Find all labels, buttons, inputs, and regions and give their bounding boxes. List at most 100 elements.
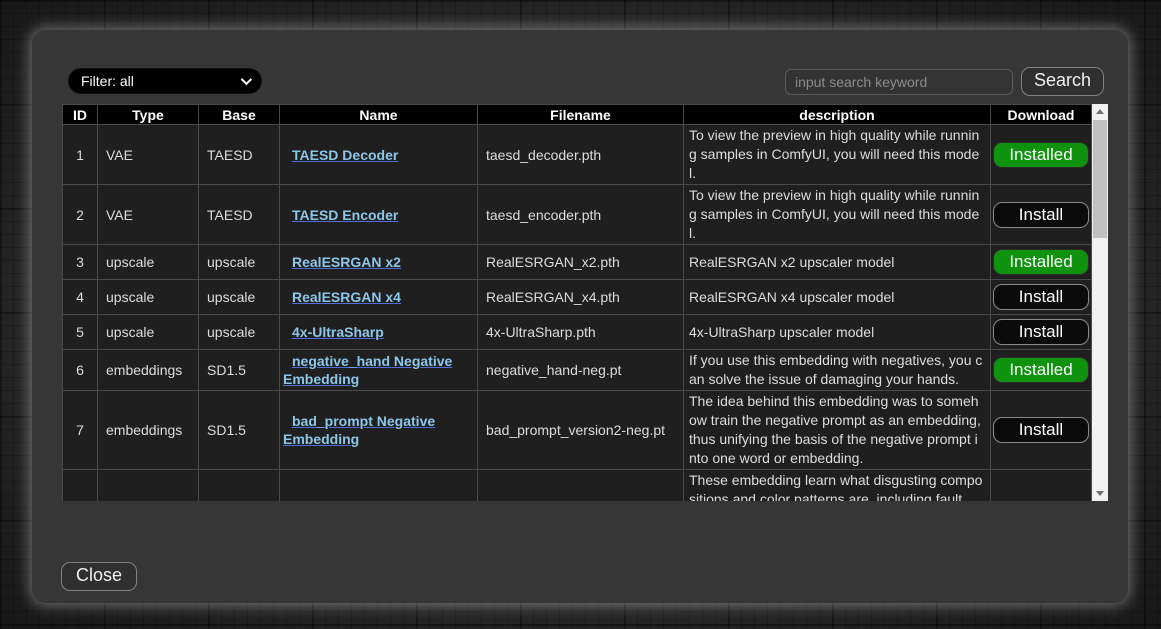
cell-description: RealESRGAN x2 upscaler model <box>684 245 991 280</box>
cell-id: 1 <box>63 125 98 185</box>
cell-name: RealESRGAN x4 <box>280 280 478 315</box>
cell-description: To view the preview in high quality whil… <box>684 185 991 245</box>
model-name-link[interactable]: bad_prompt Negative Embedding <box>283 413 435 447</box>
cell-filename: taesd_encoder.pth <box>478 185 684 245</box>
cell-name: RealESRGAN x2 <box>280 245 478 280</box>
install-models-dialog: Filter: all Search ID Type Base Name Fil… <box>32 30 1128 603</box>
cell-filename: RealESRGAN_x2.pth <box>478 245 684 280</box>
scroll-up-icon <box>1096 109 1104 114</box>
cell-filename: 4x-UltraSharp.pth <box>478 315 684 350</box>
table-row: 6 embeddings SD1.5 negative_hand Negativ… <box>63 350 1092 391</box>
search-button[interactable]: Search <box>1021 67 1104 96</box>
search-group: Search <box>785 67 1104 96</box>
cell-download: Install <box>991 391 1092 470</box>
cell-filename: taesd_decoder.pth <box>478 125 684 185</box>
install-button[interactable]: Install <box>993 417 1089 443</box>
cell-description: These embedding learn what disgusting co… <box>684 470 991 502</box>
model-name-link[interactable]: negative_hand Negative Embedding <box>283 353 452 387</box>
cell-filename: negative_hand-neg.pt <box>478 350 684 391</box>
filter-select[interactable]: Filter: all <box>68 68 262 94</box>
scrollbar-down-button[interactable] <box>1092 486 1108 501</box>
col-header-description: description <box>684 105 991 125</box>
cell-name <box>280 470 478 502</box>
cell-id: 3 <box>63 245 98 280</box>
col-header-type: Type <box>98 105 199 125</box>
scroll-down-icon <box>1096 491 1104 496</box>
scrollbar-up-button[interactable] <box>1092 104 1108 119</box>
chevron-down-icon <box>241 74 252 85</box>
install-button[interactable]: Installed <box>993 249 1089 275</box>
filter-select-label: Filter: all <box>81 73 134 89</box>
cell-download: Installed <box>991 245 1092 280</box>
cell-type: embeddings <box>98 350 199 391</box>
cell-download: Install <box>991 280 1092 315</box>
models-table-container: ID Type Base Name Filename description D… <box>62 104 1108 501</box>
col-header-name: Name <box>280 105 478 125</box>
model-name-link[interactable]: RealESRGAN x4 <box>292 289 401 305</box>
cell-type: upscale <box>98 245 199 280</box>
model-name-link[interactable]: 4x-UltraSharp <box>292 324 384 340</box>
cell-type: VAE <box>98 185 199 245</box>
install-button[interactable]: Install <box>993 284 1089 310</box>
cell-filename <box>478 470 684 502</box>
model-name-link[interactable]: TAESD Decoder <box>292 147 398 163</box>
cell-id: 6 <box>63 350 98 391</box>
col-header-id: ID <box>63 105 98 125</box>
cell-download: Install <box>991 185 1092 245</box>
table-scrollbar[interactable] <box>1092 104 1108 501</box>
col-header-filename: Filename <box>478 105 684 125</box>
cell-type <box>98 470 199 502</box>
cell-type: upscale <box>98 280 199 315</box>
cell-name: TAESD Decoder <box>280 125 478 185</box>
cell-description: The idea behind this embedding was to so… <box>684 391 991 470</box>
cell-id: 2 <box>63 185 98 245</box>
cell-id: 7 <box>63 391 98 470</box>
install-button[interactable]: Installed <box>993 142 1089 168</box>
install-button[interactable]: Install <box>993 319 1089 345</box>
cell-id: 5 <box>63 315 98 350</box>
model-name-link[interactable]: TAESD Encoder <box>292 207 398 223</box>
cell-filename: bad_prompt_version2-neg.pt <box>478 391 684 470</box>
cell-base: SD1.5 <box>199 391 280 470</box>
model-name-link[interactable]: RealESRGAN x2 <box>292 254 401 270</box>
cell-name: negative_hand Negative Embedding <box>280 350 478 391</box>
cell-type: embeddings <box>98 391 199 470</box>
col-header-base: Base <box>199 105 280 125</box>
cell-base: TAESD <box>199 125 280 185</box>
table-row: 3 upscale upscale RealESRGAN x2 RealESRG… <box>63 245 1092 280</box>
cell-base: upscale <box>199 315 280 350</box>
cell-type: upscale <box>98 315 199 350</box>
table-row: 2 VAE TAESD TAESD Encoder taesd_encoder.… <box>63 185 1092 245</box>
cell-base <box>199 470 280 502</box>
install-button[interactable]: Install <box>993 202 1089 228</box>
cell-name: bad_prompt Negative Embedding <box>280 391 478 470</box>
cell-download <box>991 470 1092 502</box>
cell-base: TAESD <box>199 185 280 245</box>
cell-base: upscale <box>199 280 280 315</box>
cell-description: If you use this embedding with negatives… <box>684 350 991 391</box>
col-header-download: Download <box>991 105 1092 125</box>
search-input[interactable] <box>785 69 1013 95</box>
table-row: 1 VAE TAESD TAESD Decoder taesd_decoder.… <box>63 125 1092 185</box>
cell-description: 4x-UltraSharp upscaler model <box>684 315 991 350</box>
cell-name: TAESD Encoder <box>280 185 478 245</box>
cell-download: Install <box>991 315 1092 350</box>
table-row: 5 upscale upscale 4x-UltraSharp 4x-Ultra… <box>63 315 1092 350</box>
cell-type: VAE <box>98 125 199 185</box>
install-button[interactable]: Installed <box>993 357 1089 383</box>
cell-base: upscale <box>199 245 280 280</box>
cell-filename: RealESRGAN_x4.pth <box>478 280 684 315</box>
cell-id <box>63 470 98 502</box>
cell-download: Installed <box>991 125 1092 185</box>
cell-name: 4x-UltraSharp <box>280 315 478 350</box>
cell-base: SD1.5 <box>199 350 280 391</box>
table-header-row: ID Type Base Name Filename description D… <box>63 105 1092 125</box>
cell-id: 4 <box>63 280 98 315</box>
table-row: 7 embeddings SD1.5 bad_prompt Negative E… <box>63 391 1092 470</box>
cell-description: RealESRGAN x4 upscaler model <box>684 280 991 315</box>
table-row: These embedding learn what disgusting co… <box>63 470 1092 502</box>
table-row: 4 upscale upscale RealESRGAN x4 RealESRG… <box>63 280 1092 315</box>
cell-description: To view the preview in high quality whil… <box>684 125 991 185</box>
close-button[interactable]: Close <box>61 562 137 591</box>
scrollbar-thumb[interactable] <box>1093 120 1107 238</box>
